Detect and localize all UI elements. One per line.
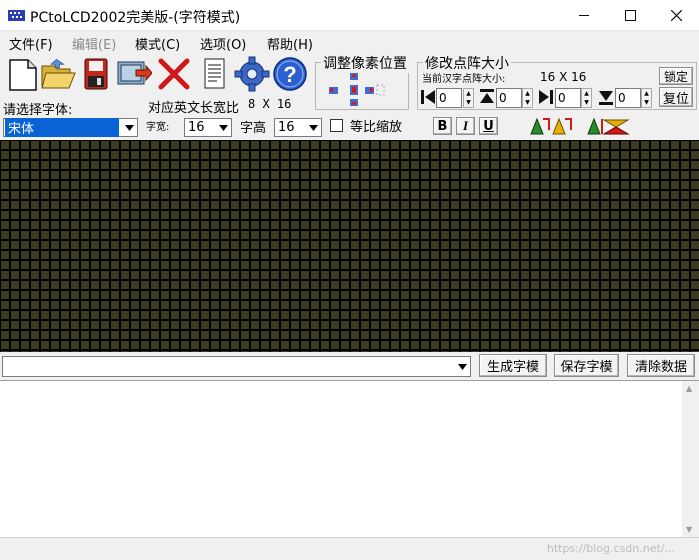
app-icon bbox=[8, 10, 25, 21]
left-spinner-arrows[interactable]: ▲ ▼ bbox=[463, 88, 474, 108]
open-folder-icon[interactable] bbox=[40, 56, 76, 92]
watermark-text: https://blog.csdn.net/... bbox=[546, 542, 675, 555]
svg-text:?: ? bbox=[283, 62, 296, 87]
width-value: 16 bbox=[188, 120, 205, 135]
right-spinner-arrows[interactable]: ▲ ▼ bbox=[581, 88, 592, 108]
minimize-button[interactable] bbox=[561, 0, 607, 31]
shrink-right-icon[interactable] bbox=[538, 88, 554, 106]
width-dropdown-arrow[interactable] bbox=[214, 119, 231, 136]
font-select[interactable]: 宋体 bbox=[3, 118, 138, 137]
save-font-button[interactable]: 保存字模 bbox=[554, 354, 619, 377]
scroll-down-icon[interactable]: ▼ bbox=[686, 525, 692, 534]
delete-x-icon[interactable] bbox=[156, 56, 192, 92]
shrink-top-icon[interactable] bbox=[478, 88, 496, 106]
menu-options[interactable]: 选项(O) bbox=[200, 34, 246, 53]
select-font-label: 请选择字体: bbox=[3, 103, 73, 118]
bottom-spinner-value: 0 bbox=[618, 91, 626, 105]
output-scrollbar[interactable]: ▲ ▼ bbox=[682, 381, 699, 537]
chevron-down-icon bbox=[457, 363, 467, 370]
window-title: PCtoLCD2002完美版-(字符模式) bbox=[30, 10, 241, 26]
underline-button[interactable]: U bbox=[479, 117, 498, 135]
proportional-checkbox[interactable] bbox=[330, 119, 343, 132]
height-select[interactable]: 16 bbox=[274, 118, 322, 137]
rotate-icon[interactable] bbox=[529, 116, 573, 136]
adjust-pixel-title: 调整像素位置 bbox=[321, 53, 409, 73]
output-textarea[interactable] bbox=[0, 380, 699, 537]
data-input-dropdown-arrow[interactable] bbox=[453, 358, 470, 375]
menu-mode[interactable]: 模式(C) bbox=[135, 34, 180, 53]
width-select[interactable]: 16 bbox=[184, 118, 232, 137]
ratio-label: 对应英文长宽比 bbox=[148, 101, 240, 116]
left-spinner-value: 0 bbox=[439, 91, 447, 105]
proportional-label: 等比缩放 bbox=[350, 120, 403, 135]
pixel-move-icon bbox=[329, 73, 385, 106]
shrink-bottom-icon[interactable] bbox=[597, 88, 615, 106]
menu-file[interactable]: 文件(F) bbox=[9, 34, 53, 53]
height-value: 16 bbox=[278, 120, 295, 135]
generate-button[interactable]: 生成字模 bbox=[479, 354, 547, 377]
font-value: 宋体 bbox=[5, 118, 119, 137]
current-size-value: 16 X 16 bbox=[540, 70, 587, 84]
height-label: 字高 bbox=[240, 121, 267, 136]
ratio-value: 8 X 16 bbox=[248, 97, 292, 111]
chevron-down-icon bbox=[308, 124, 318, 131]
top-spinner[interactable]: 0 bbox=[496, 88, 522, 108]
bold-button[interactable]: B bbox=[433, 117, 452, 135]
bottom-spinner[interactable]: 0 bbox=[615, 88, 641, 108]
top-spinner-value: 0 bbox=[499, 91, 507, 105]
right-spinner[interactable]: 0 bbox=[555, 88, 581, 108]
scroll-up-icon[interactable]: ▲ bbox=[686, 384, 692, 393]
top-spinner-arrows[interactable]: ▲ ▼ bbox=[522, 88, 533, 108]
width-label: 字宽: bbox=[146, 122, 170, 133]
menu-bar: 文件(F) 编辑(E) 模式(C) 选项(O) 帮助(H) bbox=[0, 31, 699, 53]
left-spinner[interactable]: 0 bbox=[436, 88, 462, 108]
data-input-select[interactable] bbox=[2, 356, 471, 377]
minimize-icon bbox=[579, 15, 589, 16]
help-question-icon[interactable]: ? bbox=[272, 56, 308, 92]
shrink-left-icon[interactable] bbox=[420, 88, 436, 106]
chevron-down-icon bbox=[124, 124, 134, 131]
maximize-icon bbox=[624, 10, 636, 21]
menu-help[interactable]: 帮助(H) bbox=[267, 34, 313, 53]
settings-gear-icon[interactable] bbox=[234, 56, 270, 92]
new-file-icon[interactable] bbox=[4, 56, 40, 92]
confirm-button[interactable]: 锁定 bbox=[659, 67, 693, 85]
current-size-label: 当前汉字点阵大小: bbox=[422, 74, 506, 85]
flip-icon[interactable] bbox=[586, 116, 630, 136]
document-icon[interactable] bbox=[196, 56, 232, 92]
font-dropdown-arrow[interactable] bbox=[120, 119, 137, 136]
height-dropdown-arrow[interactable] bbox=[304, 119, 321, 136]
import-image-icon[interactable] bbox=[116, 56, 152, 92]
menu-edit[interactable]: 编辑(E) bbox=[72, 34, 116, 53]
maximize-button[interactable] bbox=[607, 0, 653, 31]
bottom-spinner-arrows[interactable]: ▲ ▼ bbox=[641, 88, 652, 108]
italic-button[interactable]: I bbox=[456, 117, 475, 135]
title-bar: PCtoLCD2002完美版-(字符模式) bbox=[0, 0, 699, 31]
action-bar: 生成字模 保存字模 清除数据 bbox=[0, 352, 699, 380]
right-spinner-value: 0 bbox=[558, 91, 566, 105]
chevron-down-icon bbox=[218, 124, 228, 131]
save-disk-icon[interactable] bbox=[78, 56, 114, 92]
toolbar: ? 请选择字体: 对应英文长宽比 8 X 16 宋体 字宽: 16 字高 16 … bbox=[0, 53, 699, 140]
close-icon bbox=[670, 10, 682, 21]
close-button[interactable] bbox=[653, 0, 699, 31]
pixel-matrix-canvas[interactable] bbox=[0, 140, 699, 352]
reset-button[interactable]: 复位 bbox=[659, 87, 693, 107]
clear-data-button[interactable]: 清除数据 bbox=[627, 354, 695, 377]
